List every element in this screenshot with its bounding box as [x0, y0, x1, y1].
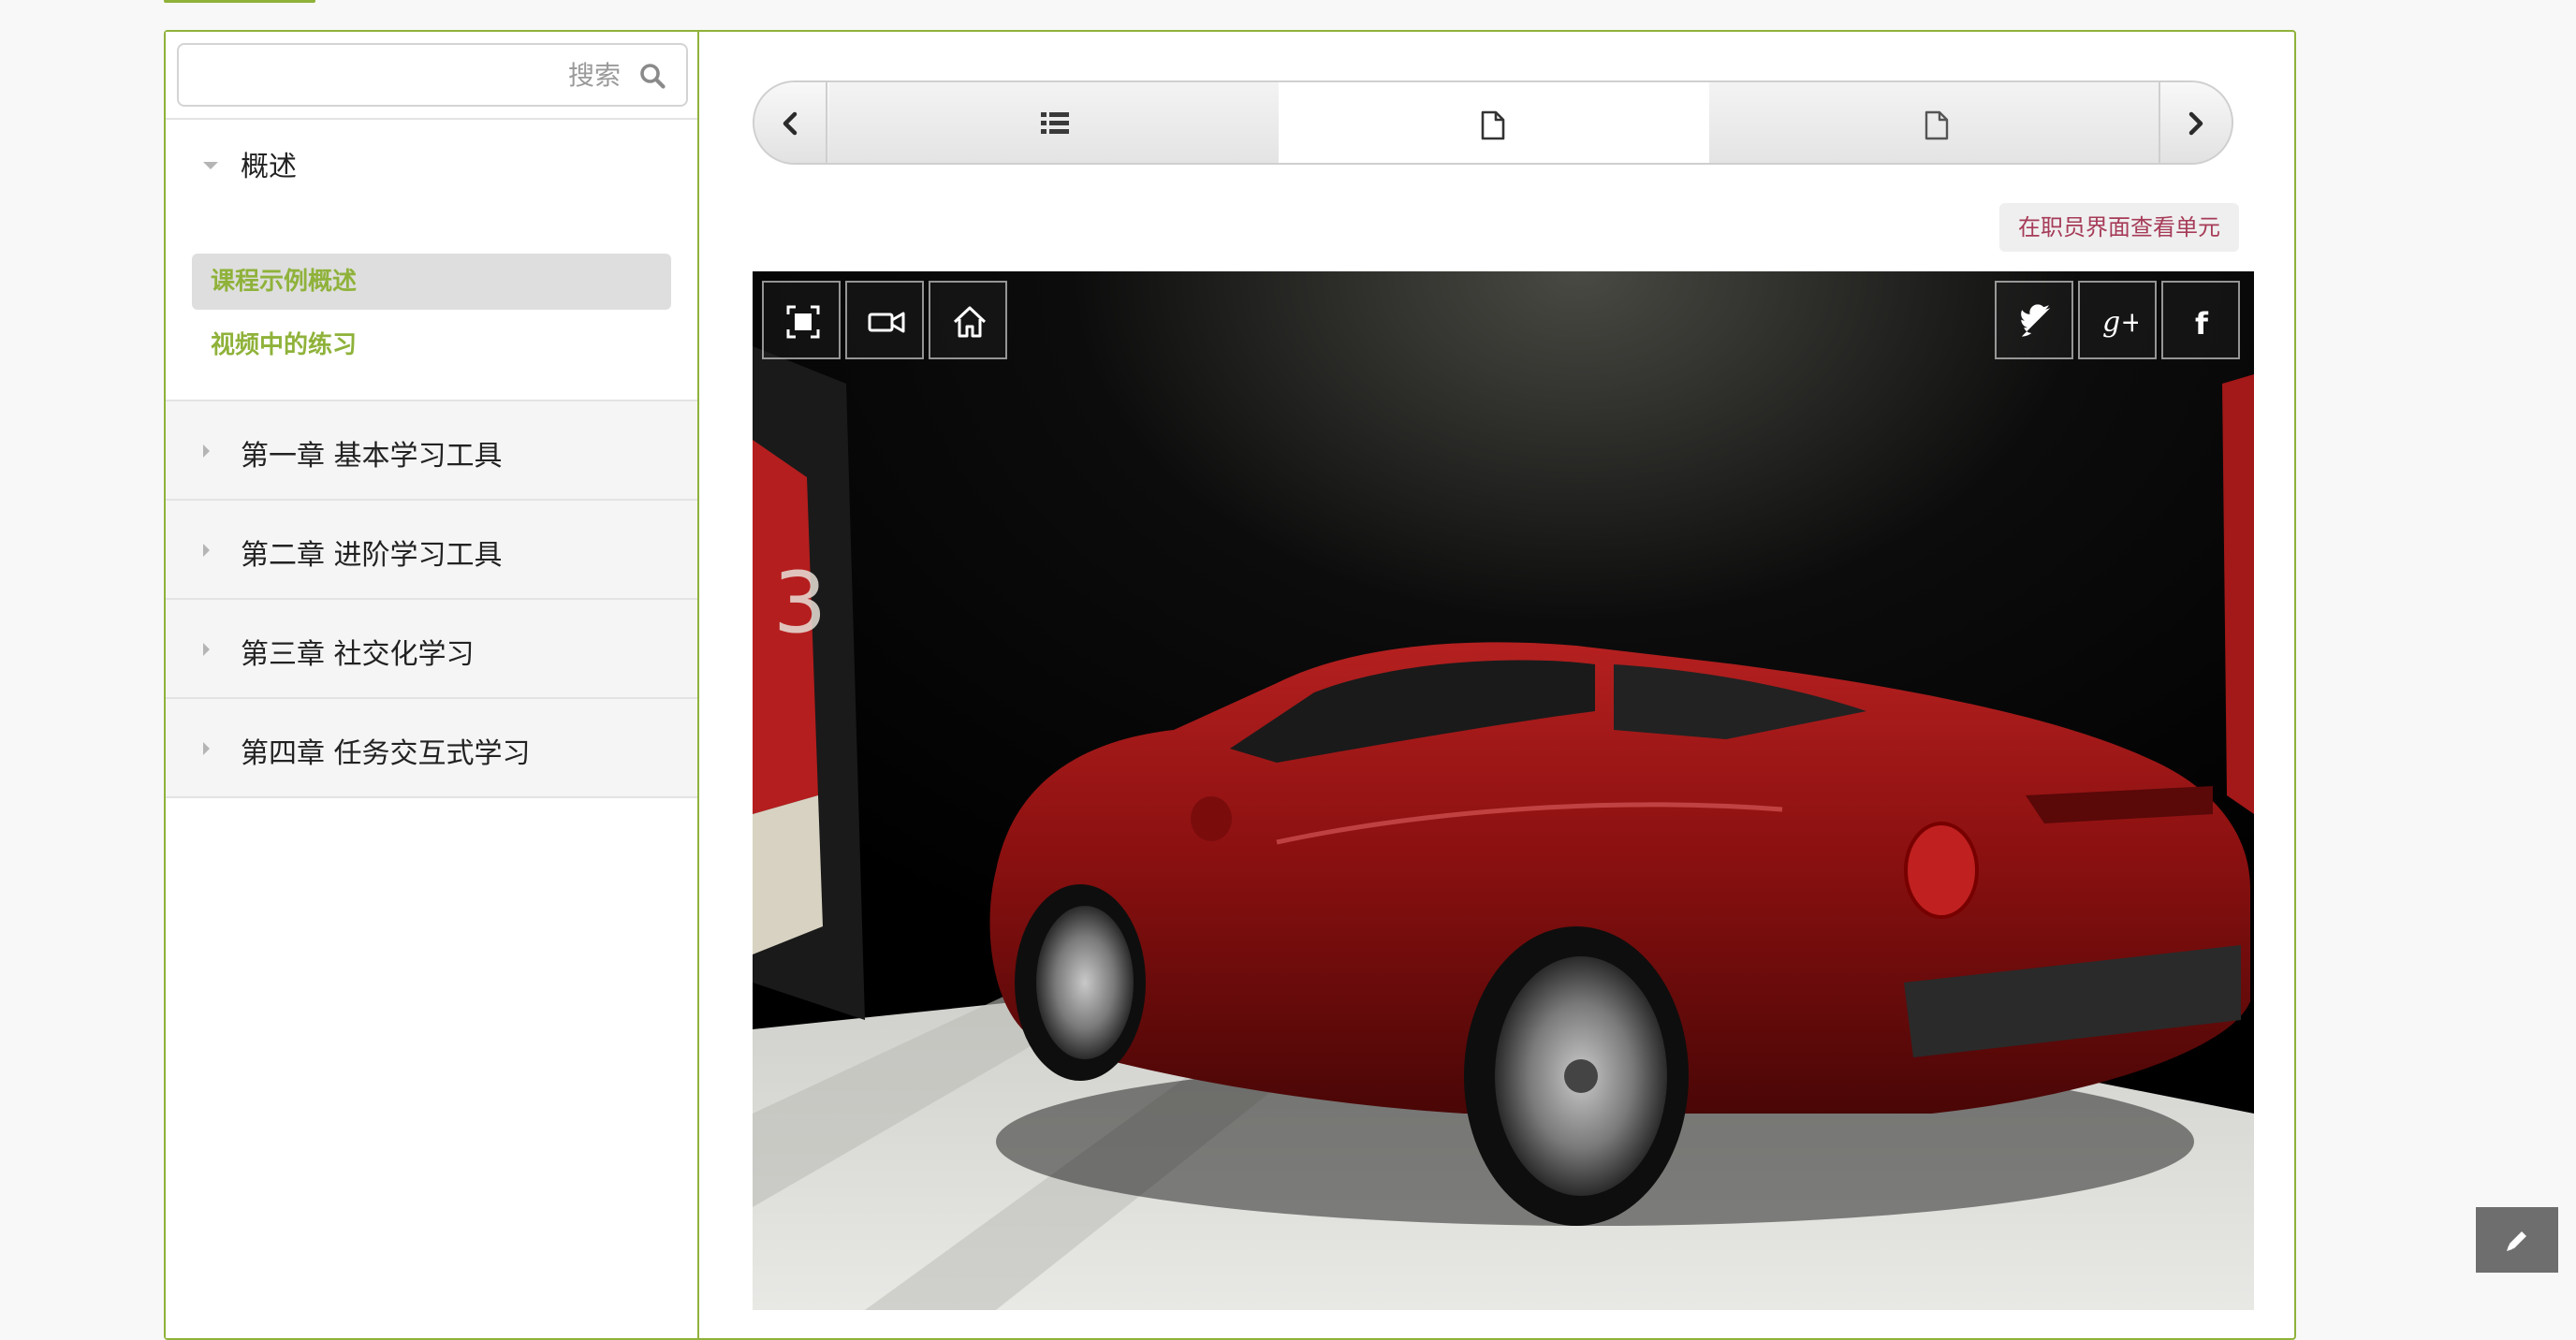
fullscreen-icon: [786, 305, 820, 339]
video-camera-icon: [868, 312, 905, 333]
chapter-4[interactable]: 第四章 任务交互式学习: [166, 699, 697, 798]
chevron-left-icon: [783, 111, 798, 136]
section-overview: 概述 课程示例概述 视频中的练习: [166, 121, 697, 400]
chapter-4-title: 第四章 任务交互式学习: [241, 737, 531, 770]
home-view-button[interactable]: [929, 281, 1007, 359]
sequence-tab-1[interactable]: [829, 82, 1279, 163]
view-unit-in-staff-button[interactable]: 在职员界面查看单元: [1999, 203, 2239, 252]
search-icon[interactable]: [639, 63, 666, 89]
document-icon: [1925, 110, 1949, 140]
subsection-video-exercises[interactable]: 视频中的练习: [192, 317, 671, 373]
caret-right-icon: [203, 444, 210, 458]
section-title-overview[interactable]: 概述: [241, 143, 297, 184]
chapter-2-title: 第二章 进阶学习工具: [241, 539, 503, 572]
chevron-right-icon: [2188, 111, 2203, 136]
list-icon: [1041, 112, 1069, 134]
car-scene-image: 3: [753, 271, 2254, 1310]
previous-unit-button[interactable]: [754, 82, 827, 163]
sequence-tab-3[interactable]: [1709, 82, 2162, 163]
edit-button[interactable]: [2476, 1207, 2558, 1273]
facebook-icon: f: [2195, 306, 2209, 341]
top-tab-indicator: [164, 0, 315, 3]
share-google-plus-button[interactable]: g+: [2078, 281, 2157, 359]
svg-text:g+: g+: [2102, 306, 2138, 339]
svg-text:f: f: [2195, 306, 2209, 341]
chapter-1[interactable]: 第一章 基本学习工具: [166, 401, 697, 501]
share-twitter-button[interactable]: [1995, 281, 2073, 359]
svg-text:3: 3: [773, 554, 827, 652]
next-unit-button[interactable]: [2159, 82, 2232, 163]
search-input[interactable]: [179, 45, 686, 105]
3d-model-viewer[interactable]: 3 g f: [753, 271, 2254, 1310]
divider: [166, 118, 697, 120]
subsection-course-overview[interactable]: 课程示例概述: [192, 254, 671, 310]
twitter-icon: [2021, 304, 2051, 337]
share-facebook-button[interactable]: f: [2161, 281, 2240, 359]
camera-button[interactable]: [845, 281, 924, 359]
sequence-tab-2[interactable]: [1279, 82, 1709, 163]
chapter-3[interactable]: 第三章 社交化学习: [166, 600, 697, 699]
course-frame: 概述 课程示例概述 视频中的练习 第一章 基本学习工具 第二章 进阶学习工具 第…: [164, 30, 2296, 1340]
chapter-3-title: 第三章 社交化学习: [241, 638, 475, 671]
document-icon: [1481, 110, 1505, 140]
search-box: [177, 43, 688, 107]
caret-right-icon: [203, 544, 210, 557]
caret-right-icon: [203, 742, 210, 755]
caret-down-icon[interactable]: [203, 162, 218, 169]
unit-content: 在职员界面查看单元 3 g f: [701, 32, 2294, 1338]
google-plus-icon: g+: [2102, 306, 2138, 339]
fullscreen-button[interactable]: [762, 281, 841, 359]
caret-right-icon: [203, 643, 210, 656]
course-sidebar: 概述 课程示例概述 视频中的练习 第一章 基本学习工具 第二章 进阶学习工具 第…: [166, 32, 699, 1338]
home-icon: [953, 306, 987, 338]
sequence-nav: [753, 80, 2233, 165]
chapter-1-title: 第一章 基本学习工具: [241, 440, 503, 473]
chapter-2[interactable]: 第二章 进阶学习工具: [166, 501, 697, 600]
pencil-icon: [2507, 1231, 2526, 1251]
